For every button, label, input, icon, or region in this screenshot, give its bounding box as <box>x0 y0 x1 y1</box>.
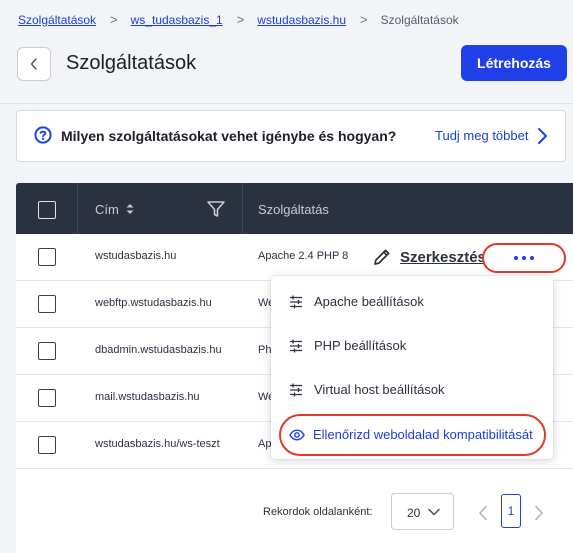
create-button[interactable]: Létrehozás <box>461 45 567 81</box>
more-actions-menu: Apache beállítások PHP beállítások Virtu… <box>271 276 553 459</box>
sliders-icon <box>290 383 302 397</box>
sliders-icon <box>290 339 302 353</box>
edit-button[interactable]: Szerkesztés <box>372 243 486 271</box>
breadcrumb-link-domain[interactable]: wstudasbazis.hu <box>257 13 346 27</box>
row-checkbox[interactable] <box>38 295 56 313</box>
question-circle-icon <box>34 126 52 144</box>
prev-page-icon[interactable] <box>478 505 488 521</box>
page-number-button[interactable]: 1 <box>501 494 521 528</box>
info-banner: Milyen szolgáltatásokat vehet igénybe és… <box>16 110 566 162</box>
select-all-checkbox[interactable] <box>38 201 56 219</box>
filter-icon[interactable] <box>206 199 226 219</box>
header-divider <box>0 103 573 104</box>
menu-item-virtual-host-settings[interactable]: Virtual host beállítások <box>271 370 553 410</box>
more-dots-icon <box>514 256 534 260</box>
chevron-left-icon <box>30 58 37 70</box>
more-actions-button[interactable] <box>482 243 566 273</box>
row-checkbox[interactable] <box>38 342 56 360</box>
info-question: Milyen szolgáltatásokat vehet igénybe és… <box>61 128 397 144</box>
breadcrumb-link-services[interactable]: Szolgáltatások <box>18 13 96 27</box>
row-name: webftp.wstudasbazis.hu <box>95 297 212 309</box>
menu-item-label: Virtual host beállítások <box>314 382 445 397</box>
breadcrumb-link-account[interactable]: ws_tudasbazis_1 <box>131 13 223 27</box>
sort-icon[interactable] <box>125 202 135 216</box>
menu-item-php-settings[interactable]: PHP beállítások <box>271 326 553 366</box>
edit-button-label: Szerkesztés <box>400 248 486 266</box>
learn-more-link[interactable]: Tudj meg többet <box>435 128 528 143</box>
menu-item-label: Ellenőrizd weboldalad kompatibilitását <box>313 427 533 442</box>
menu-item-apache-settings[interactable]: Apache beállítások <box>271 282 553 322</box>
column-divider <box>242 183 243 234</box>
eye-icon <box>289 429 305 441</box>
breadcrumb-separator: > <box>236 12 245 27</box>
row-name: wstudasbazis.hu <box>95 250 177 262</box>
page-size-value: 20 <box>407 506 421 520</box>
menu-item-check-compatibility[interactable]: Ellenőrizd weboldalad kompatibilitását <box>271 415 553 455</box>
row-checkbox[interactable] <box>38 389 56 407</box>
page-title: Szolgáltatások <box>66 52 197 74</box>
breadcrumb-separator: > <box>360 12 368 27</box>
sliders-icon <box>290 295 302 309</box>
back-button[interactable] <box>17 47 51 81</box>
row-name: mail.wstudasbazis.hu <box>95 391 200 403</box>
chevron-right-icon[interactable] <box>536 127 548 145</box>
page-size-select[interactable]: 20 <box>391 493 454 530</box>
records-per-page-label: Rekordok oldalanként: <box>263 506 373 518</box>
row-name: dbadmin.wstudasbazis.hu <box>95 344 222 356</box>
next-page-icon[interactable] <box>534 505 544 521</box>
breadcrumb-separator: > <box>110 12 118 27</box>
row-checkbox[interactable] <box>38 248 56 266</box>
row-service: Ph <box>258 344 272 356</box>
column-header-title[interactable]: Cím <box>95 202 119 217</box>
menu-item-label: Apache beállítások <box>314 294 424 309</box>
row-name: wstudasbazis.hu/ws-teszt <box>95 438 220 450</box>
chevron-down-icon <box>428 508 440 516</box>
row-service: Apache 2.4 PHP 8 <box>258 250 349 262</box>
row-checkbox[interactable] <box>38 436 56 454</box>
menu-item-label: PHP beállítások <box>314 338 407 353</box>
breadcrumb: Szolgáltatások > ws_tudasbazis_1 > wstud… <box>18 12 459 27</box>
column-header-service: Szolgáltatás <box>258 202 329 217</box>
table-header: Cím Szolgáltatás <box>16 183 573 234</box>
breadcrumb-current: Szolgáltatások <box>380 12 459 27</box>
pencil-icon <box>374 249 390 265</box>
row-service: Ap <box>258 438 272 450</box>
table-row[interactable]: wstudasbazis.hu Apache 2.4 PHP 8 Szerkes… <box>16 234 573 281</box>
column-divider <box>77 183 78 234</box>
